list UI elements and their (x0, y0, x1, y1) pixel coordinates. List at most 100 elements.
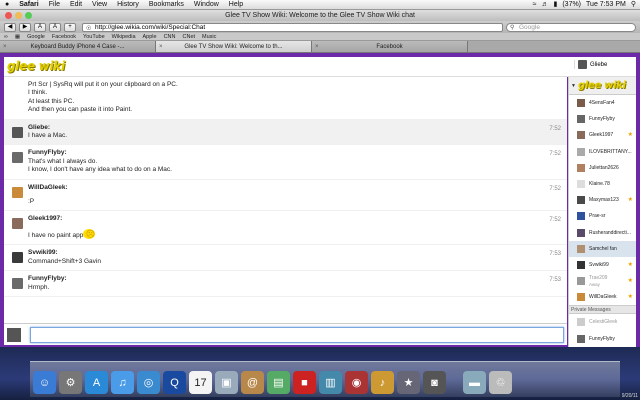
avatar[interactable] (12, 152, 23, 164)
user-list-item[interactable]: Trae209 Away ★ (569, 273, 636, 289)
clock[interactable]: Tue 7:53 PM (586, 0, 626, 10)
menu-window[interactable]: Window (189, 0, 224, 10)
back-button[interactable]: ◀ (4, 22, 16, 32)
menu-help[interactable]: Help (224, 0, 248, 10)
bookmark-music[interactable]: Music (202, 33, 216, 40)
calendar-icon[interactable]: 17 (189, 371, 212, 394)
search-field[interactable]: ⚲ Google (506, 22, 636, 32)
user-list-item[interactable]: Prae-sr (569, 208, 636, 224)
message-timestamp: 7:53 (549, 251, 561, 258)
bookmark-cnn[interactable]: CNN (164, 33, 176, 40)
glee-wiki-logo[interactable]: glee wiki (7, 59, 65, 73)
message-text: That's what I always do. (28, 157, 98, 165)
user-list-item[interactable]: ILOVEBRITTANY... (569, 144, 636, 160)
volume-icon[interactable]: ♬ (541, 0, 548, 10)
message-text: Command+Shift+3 Gavin (28, 257, 101, 265)
avatar[interactable] (12, 278, 23, 290)
close-tab-icon[interactable]: × (159, 41, 163, 53)
bookmarks-grid-icon[interactable]: ▦ (15, 33, 20, 40)
search-icon: ⚲ (510, 24, 515, 31)
trash-icon[interactable]: ♲ (489, 371, 512, 394)
bookmark-wikipedia[interactable]: Wikipedia (112, 33, 136, 40)
itunes-icon[interactable]: ♫ (111, 371, 134, 394)
bookmark-google[interactable]: Google (27, 33, 45, 40)
menu-edit[interactable]: Edit (65, 0, 87, 10)
avatar[interactable] (12, 126, 23, 138)
photo-icon[interactable]: ▤ (267, 371, 290, 394)
menu-view[interactable]: View (87, 0, 112, 10)
address-book-icon[interactable]: @ (241, 371, 264, 394)
private-message-item[interactable]: CelestiGleek (569, 314, 636, 330)
forward-button[interactable]: ▶ (19, 22, 31, 32)
imovie-icon[interactable]: ★ (397, 371, 420, 394)
message-username[interactable]: FunnyFlyby: (28, 275, 557, 283)
zoom-window-icon[interactable] (25, 12, 32, 19)
tab-facebook[interactable]: × Facebook (312, 41, 468, 52)
minimize-window-icon[interactable] (15, 12, 22, 19)
menu-file[interactable]: File (44, 0, 65, 10)
message-timestamp: 7:53 (549, 277, 561, 284)
wifi-icon[interactable]: ≈ (533, 0, 537, 10)
system-prefs-icon[interactable]: ⚙ (59, 371, 82, 394)
close-tab-icon[interactable]: × (315, 41, 319, 53)
avatar[interactable] (12, 252, 23, 264)
chat-messages[interactable]: Prt Scr | SysRq will put it on your clip… (4, 77, 567, 323)
collapse-triangle-icon[interactable]: ▼ (571, 83, 576, 89)
iphoto-icon[interactable]: ▥ (319, 371, 342, 394)
bookmark-facebook[interactable]: Facebook (52, 33, 76, 40)
user-list-item[interactable]: Maxymax123 ★ (569, 192, 636, 208)
text-smaller-button[interactable]: A (34, 22, 46, 32)
add-bookmark-button[interactable]: + (64, 22, 76, 32)
menu-bookmarks[interactable]: Bookmarks (144, 0, 189, 10)
close-window-icon[interactable] (5, 12, 12, 19)
camera-icon[interactable]: ◙ (423, 371, 446, 394)
bookmark-cnet[interactable]: CNet (183, 33, 196, 40)
finder-icon[interactable]: ☺ (33, 371, 56, 394)
bookmark-apple[interactable]: Apple (143, 33, 157, 40)
menu-app-safari[interactable]: Safari (14, 0, 43, 10)
text-larger-button[interactable]: A (49, 22, 61, 32)
message-username[interactable]: Svwiki99: (28, 249, 557, 257)
spotlight-icon[interactable]: ⚲ (631, 0, 636, 10)
user-name: Gleek1997 (589, 132, 614, 139)
user-list-item[interactable]: Rusheranddirecti... (569, 225, 636, 241)
menu-history[interactable]: History (112, 0, 144, 10)
user-list-item[interactable]: FunnyFlyby (569, 111, 636, 127)
message-username[interactable]: FunnyFlyby: (28, 149, 557, 157)
user-list-item[interactable]: Samchel fan (569, 240, 636, 257)
avatar (577, 260, 585, 269)
reading-list-icon[interactable]: ∞ (4, 33, 8, 40)
photobooth-icon[interactable]: ◉ (345, 371, 368, 394)
avatar[interactable] (12, 186, 23, 198)
preview-icon[interactable]: ▣ (215, 371, 238, 394)
battery-icon[interactable]: ▮ (553, 0, 557, 10)
message-username[interactable]: Gliebe: (28, 124, 557, 132)
message-username[interactable]: WillDaGleek: (28, 184, 557, 192)
bookmark-youtube[interactable]: YouTube (83, 33, 105, 40)
safari-icon[interactable]: ◎ (137, 371, 160, 394)
avatar (577, 318, 585, 327)
apple-menu-icon[interactable]: ● (0, 0, 14, 10)
user-name: CelestiGleek (589, 319, 618, 326)
avatar[interactable] (12, 218, 23, 230)
user-list-item[interactable]: WillDaGleek ★ (569, 289, 636, 305)
tab-glee-chat[interactable]: × Glee TV Show Wiki: Welcome to th... (156, 41, 312, 52)
address-bar[interactable]: ☉ http://glee.wikia.com/wiki/Special:Cha… (82, 22, 503, 32)
close-tab-icon[interactable]: × (3, 41, 7, 53)
app-store-icon[interactable]: A (85, 371, 108, 394)
folder-icon[interactable]: ▬ (463, 371, 486, 394)
sidebar-room-header[interactable]: ▼ glee wiki (569, 77, 636, 95)
user-list-item[interactable]: Klaine.78 (569, 176, 636, 192)
red-app-icon[interactable]: ■ (293, 371, 316, 394)
quicktime-icon[interactable]: Q (163, 371, 186, 394)
user-list-item[interactable]: Gleek1997 ★ (569, 127, 636, 143)
user-list-item[interactable]: 4SensFan4 (569, 95, 636, 111)
message-input[interactable] (30, 327, 564, 343)
message-username[interactable]: Gleek1997: (28, 215, 557, 223)
garageband-icon[interactable]: ♪ (371, 371, 394, 394)
private-message-item[interactable]: FunnyFlyby (569, 331, 636, 347)
avatar (577, 212, 585, 221)
tab-keyboard-buddy[interactable]: × Keyboard Buddy iPhone 4 Case -... (0, 41, 156, 52)
user-list-item[interactable]: Juliettan2626 (569, 160, 636, 176)
user-list-item[interactable]: Svwiki99 ★ (569, 257, 636, 273)
